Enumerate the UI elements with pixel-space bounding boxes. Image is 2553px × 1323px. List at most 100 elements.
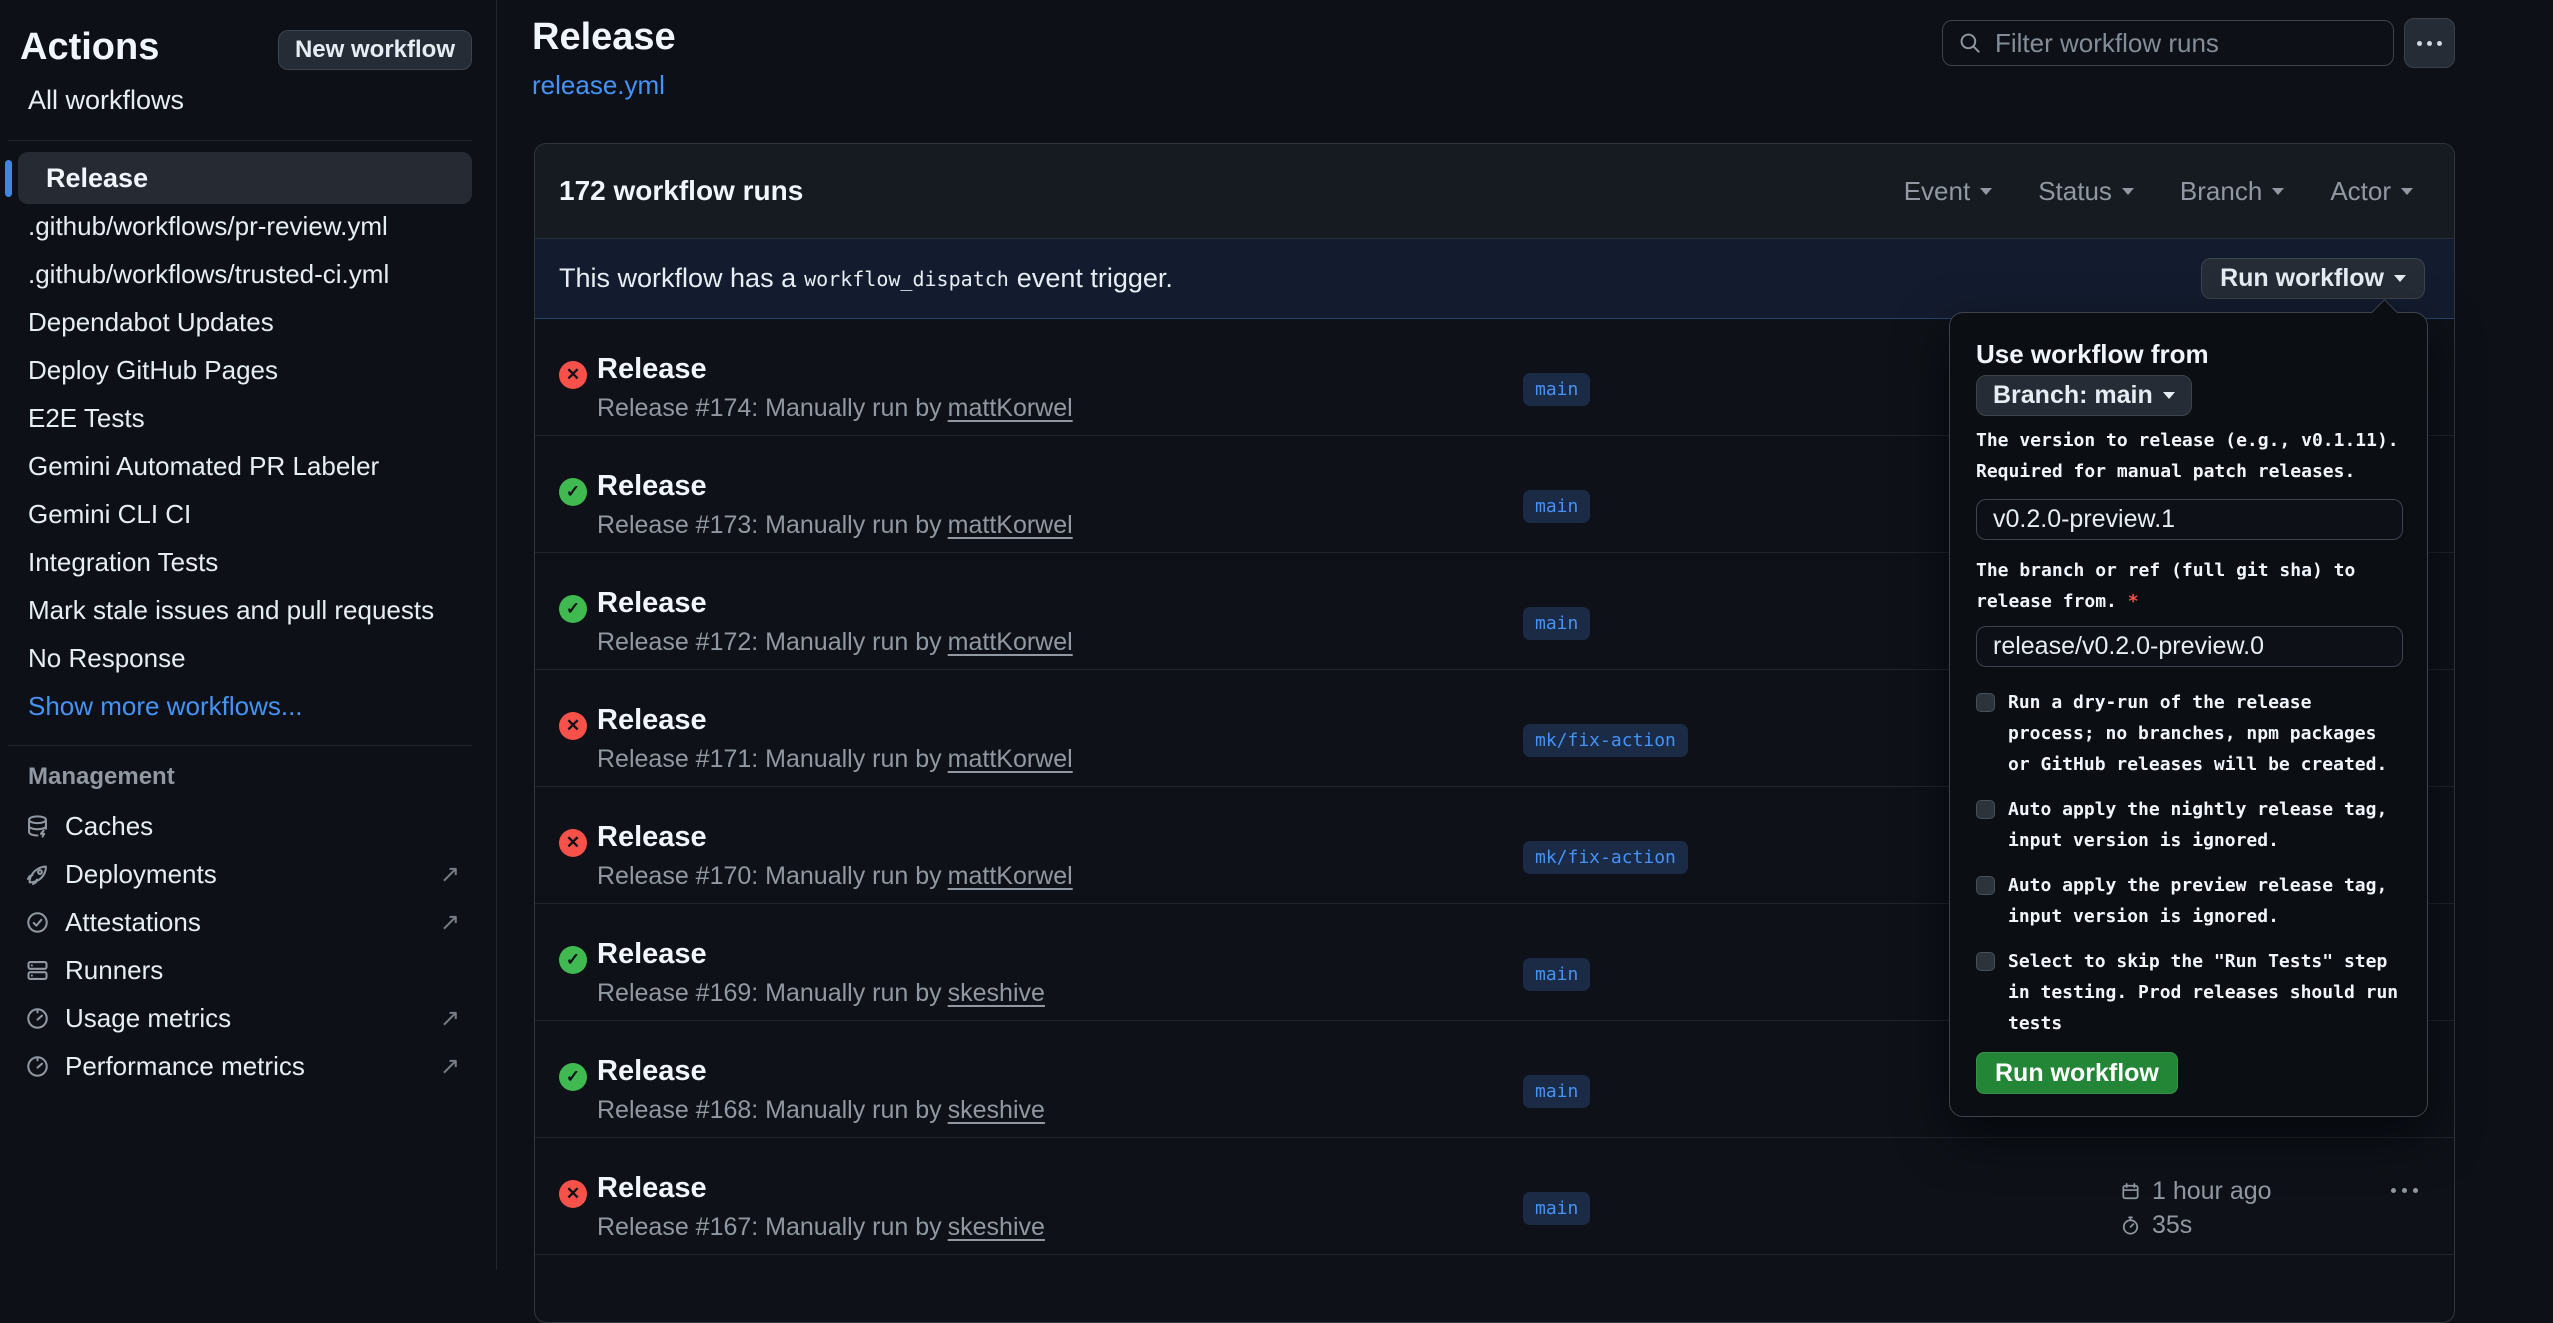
- actor-link[interactable]: mattKorwel: [948, 394, 1073, 422]
- filter-workflow-runs-input[interactable]: [1995, 28, 2355, 59]
- caret-down-icon: [2394, 275, 2406, 282]
- dry-run-checkbox-row: Run a dry-run of the release process; no…: [1976, 687, 2406, 780]
- branch-badge[interactable]: main: [1523, 1192, 1590, 1225]
- actor-link[interactable]: mattKorwel: [948, 745, 1073, 773]
- branch-badge[interactable]: main: [1523, 607, 1590, 640]
- sidebar-item-runners[interactable]: Runners: [24, 946, 472, 994]
- run-row[interactable]: ✕ Release Release #167: Manually run bys…: [535, 1138, 2454, 1255]
- management-section-label: Management: [28, 763, 175, 791]
- sidebar-item-label: Attestations: [65, 907, 201, 938]
- run-workflow-dropdown-button[interactable]: Run workflow: [2201, 258, 2425, 299]
- rocket-icon: [24, 861, 51, 888]
- branch-filter-dropdown[interactable]: Branch: [2180, 176, 2284, 207]
- sidebar-item-usage-metrics[interactable]: Usage metrics ↗: [24, 994, 472, 1042]
- caret-down-icon: [1980, 188, 1992, 195]
- sidebar-item-release-selected[interactable]: Release: [18, 152, 472, 204]
- show-more-workflows-link[interactable]: Show more workflows...: [28, 682, 472, 730]
- run-options-kebab-button[interactable]: [2391, 1188, 2418, 1193]
- arrow-up-right-icon: ↗: [440, 860, 460, 889]
- branch-selector-dropdown[interactable]: Branch: main: [1976, 375, 2192, 416]
- workflow-dispatch-banner: This workflow has a workflow_dispatch ev…: [535, 239, 2454, 319]
- actor-link[interactable]: mattKorwel: [948, 628, 1073, 656]
- status-filter-dropdown[interactable]: Status: [2038, 176, 2134, 207]
- branch-badge[interactable]: main: [1523, 1075, 1590, 1108]
- banner-code: workflow_dispatch: [796, 267, 1017, 291]
- nightly-tag-checkbox-row: Auto apply the nightly release tag, inpu…: [1976, 794, 2406, 856]
- banner-text: This workflow has a: [559, 263, 796, 294]
- workflow-file-link[interactable]: release.yml: [532, 70, 665, 101]
- selected-indicator-bar: [5, 160, 12, 197]
- caret-down-icon: [2272, 188, 2284, 195]
- branch-badge[interactable]: main: [1523, 958, 1590, 991]
- sidebar-item-label: Deployments: [65, 859, 217, 890]
- branch-badge[interactable]: mk/fix-action: [1523, 841, 1688, 874]
- branch-badge[interactable]: main: [1523, 490, 1590, 523]
- version-input[interactable]: [1976, 499, 2403, 540]
- runs-box-header: 172 workflow runs Event Status Branch Ac…: [535, 144, 2454, 239]
- sidebar-item-workflow[interactable]: E2E Tests: [28, 394, 472, 442]
- event-filter-dropdown[interactable]: Event: [1904, 176, 1993, 207]
- workflow-inputs-checkboxes: Run a dry-run of the release process; no…: [1976, 687, 2406, 1053]
- checkbox-label: Run a dry-run of the release process; no…: [2008, 687, 2404, 780]
- actor-link[interactable]: skeshive: [948, 979, 1045, 1007]
- sidebar-item-workflow[interactable]: Gemini Automated PR Labeler: [28, 442, 472, 490]
- new-workflow-button[interactable]: New workflow: [278, 30, 472, 70]
- workflow-options-kebab-button[interactable]: [2404, 18, 2455, 68]
- sidebar-title: Actions: [20, 26, 159, 69]
- sidebar-divider: [8, 745, 472, 746]
- verified-icon: [24, 909, 51, 936]
- sidebar-item-workflow[interactable]: No Response: [28, 634, 472, 682]
- caret-down-icon: [2122, 188, 2134, 195]
- ref-input[interactable]: [1976, 626, 2403, 667]
- sidebar-item-workflow[interactable]: Mark stale issues and pull requests: [28, 586, 472, 634]
- sidebar-item-performance-metrics[interactable]: Performance metrics ↗: [24, 1042, 472, 1090]
- actor-link[interactable]: skeshive: [948, 1213, 1045, 1241]
- run-time: 1 hour ago: [2152, 1177, 2272, 1206]
- checkbox-label: Auto apply the preview release tag, inpu…: [2008, 870, 2404, 932]
- x-circle-icon: ✕: [559, 361, 587, 389]
- run-workflow-panel: Use workflow from Branch: main The versi…: [1949, 312, 2428, 1117]
- skip-tests-checkbox-row: Select to skip the "Run Tests" step in t…: [1976, 946, 2406, 1039]
- arrow-up-right-icon: ↗: [440, 1052, 460, 1081]
- checkbox[interactable]: [1976, 952, 1995, 971]
- ref-input-label: The branch or ref (full git sha) to rele…: [1976, 555, 2403, 617]
- filter-workflow-runs-field[interactable]: [1942, 20, 2394, 66]
- sidebar-item-workflow[interactable]: .github/workflows/pr-review.yml: [28, 202, 472, 250]
- sidebar-item-workflow[interactable]: Deploy GitHub Pages: [28, 346, 472, 394]
- stopwatch-icon: [2119, 1214, 2142, 1237]
- sidebar-item-all-workflows[interactable]: All workflows: [28, 85, 184, 116]
- branch-badge[interactable]: main: [1523, 373, 1590, 406]
- checkbox-label: Auto apply the nightly release tag, inpu…: [2008, 794, 2404, 856]
- sidebar-item-workflow[interactable]: .github/workflows/trusted-ci.yml: [28, 250, 472, 298]
- check-circle-icon: ✓: [559, 1063, 587, 1091]
- checkbox[interactable]: [1976, 693, 1995, 712]
- branch-badge[interactable]: mk/fix-action: [1523, 724, 1688, 757]
- check-circle-icon: ✓: [559, 595, 587, 623]
- sidebar-item-workflow[interactable]: Dependabot Updates: [28, 298, 472, 346]
- run-workflow-submit-button[interactable]: Run workflow: [1976, 1052, 2178, 1094]
- sidebar-item-deployments[interactable]: Deployments ↗: [24, 850, 472, 898]
- sidebar-item-workflow[interactable]: Gemini CLI CI: [28, 490, 472, 538]
- actor-link[interactable]: mattKorwel: [948, 511, 1073, 539]
- search-icon: [1957, 30, 1983, 56]
- actor-filter-dropdown[interactable]: Actor: [2330, 176, 2413, 207]
- sidebar-item-label: Usage metrics: [65, 1003, 231, 1034]
- arrow-up-right-icon: ↗: [440, 908, 460, 937]
- sidebar-item-attestations[interactable]: Attestations ↗: [24, 898, 472, 946]
- actor-link[interactable]: mattKorwel: [948, 862, 1073, 890]
- actor-link[interactable]: skeshive: [948, 1096, 1045, 1124]
- run-duration: 35s: [2152, 1211, 2192, 1240]
- sidebar-item-caches[interactable]: Caches: [24, 802, 472, 850]
- sidebar-item-workflow[interactable]: Integration Tests: [28, 538, 472, 586]
- sidebar-item-label: Performance metrics: [65, 1051, 305, 1082]
- version-input-label: The version to release (e.g., v0.1.11). …: [1976, 425, 2403, 487]
- checkbox[interactable]: [1976, 876, 1995, 895]
- x-circle-icon: ✕: [559, 1180, 587, 1208]
- kebab-icon: [2417, 41, 2422, 46]
- check-circle-icon: ✓: [559, 478, 587, 506]
- check-circle-icon: ✓: [559, 946, 587, 974]
- checkbox[interactable]: [1976, 800, 1995, 819]
- banner-text: event trigger.: [1017, 263, 1173, 294]
- gauge-icon: [24, 1053, 51, 1080]
- kebab-icon: [2391, 1188, 2396, 1193]
